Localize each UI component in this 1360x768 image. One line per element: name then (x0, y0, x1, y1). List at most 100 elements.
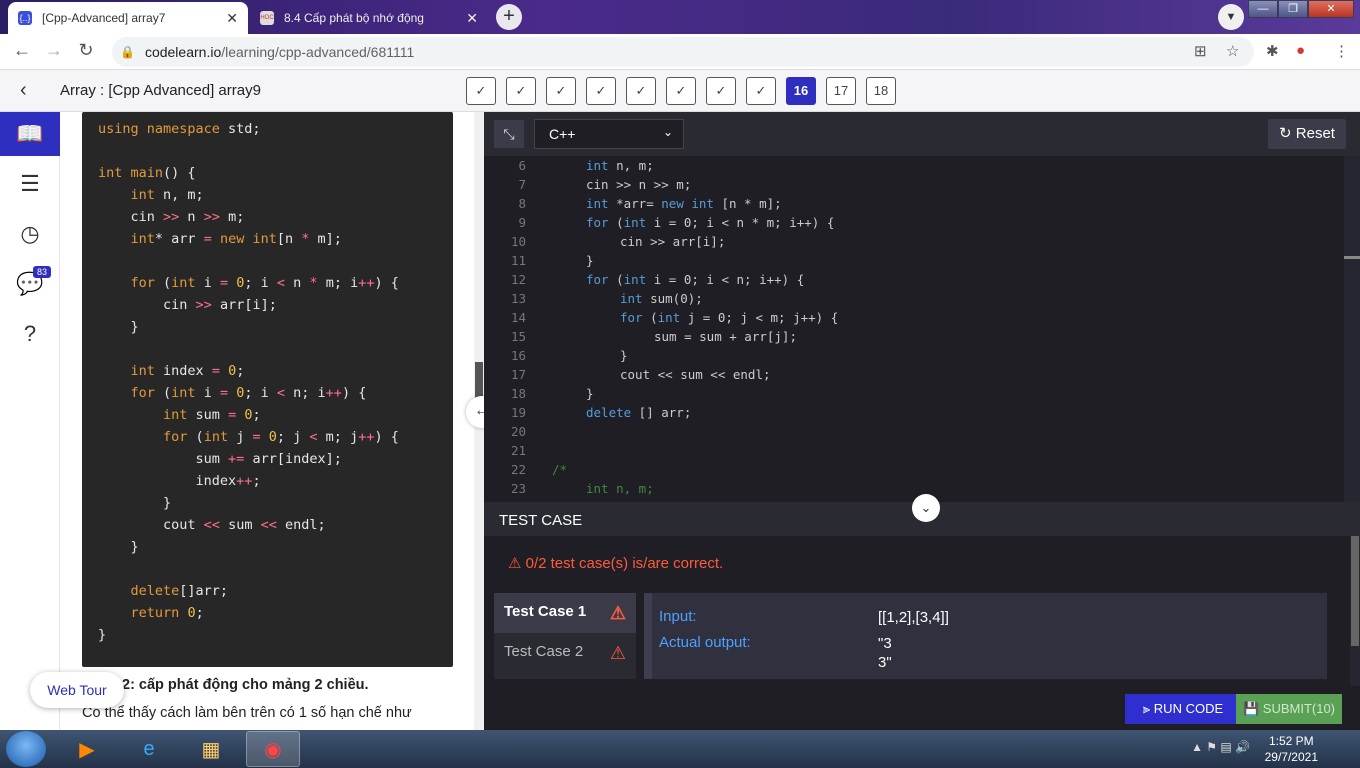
input-value: [[1,2],[3,4]] (878, 609, 949, 626)
line-number: 23 (510, 481, 526, 496)
step-completed[interactable]: ✓ (506, 77, 536, 105)
close-tab-icon[interactable]: ✕ (226, 10, 238, 27)
line-number: 19 (510, 405, 526, 420)
window-controls: — ❐ ✕ (1248, 0, 1354, 18)
editor-toolbar: ⤡ C++ ⌄ ↻ Reset (484, 112, 1360, 156)
new-tab-button[interactable]: + (496, 4, 522, 30)
code-line: cout << sum << endl; (620, 367, 771, 382)
step-completed[interactable]: ✓ (706, 77, 736, 105)
line-number: 8 (518, 196, 526, 211)
submit-button[interactable]: 💾 SUBMIT(10) (1236, 694, 1342, 724)
line-number: 16 (510, 348, 526, 363)
code-line: /* (552, 462, 568, 477)
url-path: /learning/cpp-advanced/681111 (221, 44, 415, 60)
test-case-list: Test Case 1 ⚠ Test Case 2 ⚠ (494, 593, 636, 679)
chrome-menu-icon[interactable]: ⋮ (1334, 42, 1349, 60)
warning-icon: ⚠ (609, 643, 626, 663)
test-case-body: ⚠ 0/2 test case(s) is/are correct. Test … (484, 536, 1360, 686)
code-line: cin >> arr[i]; (620, 234, 726, 249)
extensions-icon[interactable]: ✱ (1266, 42, 1279, 60)
editor-scrollbar[interactable] (1344, 156, 1360, 502)
close-window-button[interactable]: ✕ (1308, 0, 1354, 18)
comment-count-badge: 83 (33, 266, 52, 278)
lock-icon: 🔒 (120, 45, 135, 59)
url-host: codelearn.io (144, 44, 222, 60)
test-case-label: Test Case 1 (504, 603, 587, 620)
chrome-taskbar-icon[interactable]: ◉ (246, 731, 300, 767)
code-line: } (586, 253, 594, 268)
media-player-icon[interactable]: ▶ (60, 731, 114, 767)
date: 29/7/2021 (1264, 750, 1318, 764)
step-completed[interactable]: ✓ (586, 77, 616, 105)
code-line: } (620, 348, 628, 363)
line-number: 9 (518, 215, 526, 230)
expand-icon[interactable]: ⤡ (494, 120, 524, 148)
url-field[interactable]: 🔒 codelearn.io/learning/cpp-advanced/681… (112, 37, 1254, 67)
translate-icon[interactable]: ⊞ (1194, 42, 1207, 60)
run-label: RUN CODE (1153, 701, 1224, 716)
line-number: 15 (510, 329, 526, 344)
test-case-label: Test Case 2 (504, 643, 584, 660)
step-completed[interactable]: ✓ (746, 77, 776, 105)
help-icon[interactable]: ? (0, 312, 60, 356)
test-case-scrollbar[interactable] (1350, 536, 1360, 686)
site-favicon-icon: HOC (260, 11, 274, 25)
browser-tab-active[interactable]: {..} [Cpp-Advanced] array7 ✕ (8, 2, 248, 34)
forward-arrow-icon[interactable]: → (42, 40, 66, 61)
code-area[interactable]: 6 int n, m; 7 cin >> n >> m; 8 int *arr=… (484, 156, 1344, 502)
book-icon[interactable]: 📖 (0, 112, 60, 156)
input-label: Input: (659, 608, 697, 625)
close-tab-icon[interactable]: ✕ (466, 10, 478, 27)
reset-button[interactable]: ↻ Reset (1268, 119, 1346, 149)
language-select[interactable]: C++ ⌄ (534, 119, 684, 149)
run-code-button[interactable]: ⫸ RUN CODE (1125, 694, 1241, 724)
step-completed[interactable]: ✓ (466, 77, 496, 105)
step-current[interactable]: 16 (786, 77, 816, 105)
step-completed[interactable]: ✓ (666, 77, 696, 105)
line-number: 22 (510, 462, 526, 477)
step[interactable]: 17 (826, 77, 856, 105)
code-line: sum = sum + arr[j]; (654, 329, 797, 344)
profile-menu-icon[interactable]: ▼ (1218, 4, 1244, 30)
code-line: for (int i = 0; i < n * m; i++) { (586, 215, 835, 230)
code-line: } (586, 386, 594, 401)
language-value: C++ (549, 126, 576, 142)
reload-icon[interactable]: ↻ (74, 40, 98, 61)
test-case-detail: Input: [[1,2],[3,4]] Actual output: "3 3… (644, 593, 1327, 679)
bookmark-star-icon[interactable]: ☆ (1226, 42, 1239, 60)
clock[interactable]: 1:52 PM 29/7/2021 (1265, 733, 1318, 765)
step[interactable]: 18 (866, 77, 896, 105)
browser-tab[interactable]: HOC 8.4 Cấp phát bộ nhớ động ✕ (250, 2, 488, 34)
start-button-icon[interactable] (6, 731, 46, 767)
code-line: int n, m; (586, 481, 654, 496)
lesson-header: ‹ Array : [Cpp Advanced] array9 ✓ ✓ ✓ ✓ … (0, 70, 1360, 112)
minimize-button[interactable]: — (1248, 0, 1278, 18)
reset-label: Reset (1295, 125, 1335, 142)
web-tour-button[interactable]: Web Tour (30, 672, 124, 708)
tab-title: 8.4 Cấp phát bộ nhớ động (284, 11, 424, 25)
code-line: int n, m; (586, 158, 654, 173)
code-line: int *arr= new int [n * m]; (586, 196, 782, 211)
system-tray-icons[interactable]: ▲ ⚑ ▤ 🔊 (1191, 740, 1250, 754)
test-case-tab[interactable]: Test Case 1 ⚠ (494, 593, 636, 633)
left-sidebar: 📖 ☰ ◷ 💬 83 ? (0, 112, 60, 730)
step-completed[interactable]: ✓ (626, 77, 656, 105)
code-line: for (int i = 0; i < n; i++) { (586, 272, 805, 287)
maximize-button[interactable]: ❐ (1278, 0, 1308, 18)
code-line: delete [] arr; (586, 405, 692, 420)
tomato-extension-icon[interactable]: ● (1296, 42, 1305, 59)
internet-explorer-icon[interactable]: e (122, 731, 176, 767)
step-completed[interactable]: ✓ (546, 77, 576, 105)
list-icon[interactable]: ☰ (0, 162, 60, 206)
line-number: 14 (510, 310, 526, 325)
back-chevron-icon[interactable]: ‹ (20, 79, 27, 102)
back-arrow-icon[interactable]: ← (10, 40, 34, 61)
clock-icon[interactable]: ◷ (0, 212, 60, 256)
test-case-tab[interactable]: Test Case 2 ⚠ (494, 633, 636, 673)
code-line: cin >> n >> m; (586, 177, 692, 192)
address-bar-row: ← → ↻ 🔒 codelearn.io/learning/cpp-advanc… (0, 34, 1360, 70)
lesson-text: 2: cấp phát động cho mảng 2 chiều. Có th… (82, 677, 462, 721)
lesson-paragraph: Có thể thấy cách làm bên trên có 1 số hạ… (82, 705, 412, 721)
collapse-chevron-icon[interactable]: ⌄ (912, 494, 940, 522)
file-explorer-icon[interactable]: ▦ (184, 731, 238, 767)
